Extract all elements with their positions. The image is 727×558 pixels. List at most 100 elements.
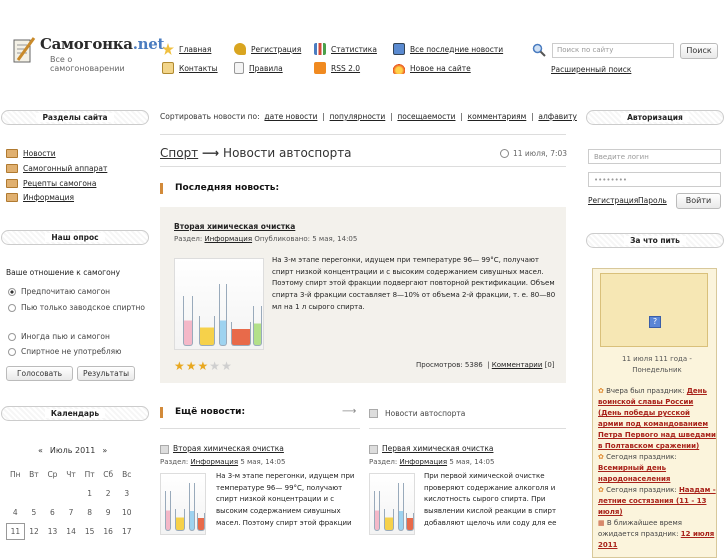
document-icon	[369, 445, 378, 454]
key-icon	[234, 43, 246, 55]
rss-icon	[314, 62, 326, 74]
sort-by-popularity[interactable]: популярности	[330, 112, 386, 121]
sidebar-item-news[interactable]: Новости	[6, 149, 56, 158]
star-icon[interactable]: ★	[221, 360, 232, 372]
more-news-category: Новости автоспорта	[385, 409, 466, 418]
last-news-image[interactable]	[174, 258, 264, 350]
sidebar-item-apparatus[interactable]: Самогонный аппарат	[6, 164, 107, 173]
radio-button[interactable]	[8, 287, 16, 296]
login-input[interactable]: Введите логин	[588, 149, 721, 164]
nav-contacts[interactable]: Контакты	[162, 62, 218, 74]
nav-rss[interactable]: RSS 2.0	[314, 62, 360, 74]
news-item-image[interactable]	[369, 473, 415, 535]
arrow-right-icon: ⟶	[202, 146, 220, 160]
test-tube-image	[253, 306, 262, 346]
radio-button[interactable]	[8, 347, 16, 356]
weekday: Сб	[103, 470, 114, 479]
calendar-week: 1 2 3	[6, 484, 136, 503]
search-button[interactable]: Поиск	[680, 43, 718, 59]
divider	[160, 134, 566, 135]
advanced-search-link[interactable]: Расширенный поиск	[551, 65, 631, 74]
calendar-day: 2	[105, 489, 111, 498]
holiday-date: 11 июля 111 года - Понедельник	[622, 355, 692, 374]
calendar-grid: Пн Вт Ср Чт Пт Сб Вс 123 4 5 6 7 8 9 10 11 12 13 14 15 16…	[6, 465, 136, 541]
auth-panel-header: Авторизация	[586, 110, 724, 125]
folder-icon	[6, 149, 18, 158]
nav-rules[interactable]: Правила	[234, 62, 283, 74]
star-icon[interactable]: ★	[209, 360, 220, 372]
test-tube-image	[165, 491, 171, 531]
clock-icon	[500, 149, 509, 158]
last-news-title[interactable]: Вторая химическая очистка	[174, 222, 295, 231]
test-tube-image	[219, 284, 227, 346]
poll-option-2[interactable]: Пью только заводское спиртно	[8, 303, 145, 312]
news-item-section-link[interactable]: Информация	[399, 458, 447, 466]
search-icon	[532, 43, 546, 57]
news-item-body: При первой химической очистке проверяют …	[424, 472, 557, 527]
nav-register[interactable]: Регистрация	[234, 43, 301, 55]
logo-title: Самогонка.net	[40, 35, 165, 53]
holiday-link[interactable]: Всемирный день народонаселения	[598, 464, 670, 483]
password-recovery-link[interactable]: Пароль	[638, 196, 667, 205]
search-input[interactable]: Поиск по сайту	[552, 43, 674, 58]
holiday-yesterday: ✿ Вчера был праздник: День воинской слав…	[598, 387, 716, 450]
weekday: Пн	[10, 470, 21, 479]
star-icon[interactable]: ★	[198, 360, 209, 372]
calendar-month-nav: « Июль 2011 »	[38, 446, 107, 455]
news-item-section-link[interactable]: Информация	[190, 458, 238, 466]
calendar-day: 4	[12, 508, 18, 517]
sort-by-alphabet[interactable]: алфавиту	[538, 112, 577, 121]
nav-all-news[interactable]: Все последние новости	[393, 43, 503, 55]
password-input[interactable]: ••••••••	[588, 172, 721, 187]
sort-by-date[interactable]: дате новости	[264, 112, 317, 121]
breadcrumb: Спорт ⟶ Новости автоспорта	[160, 146, 352, 160]
site-logo[interactable]: Самогонка.net Все о самогоноварении	[12, 34, 164, 73]
last-news-section-link[interactable]: Информация	[204, 235, 252, 243]
star-icon[interactable]: ★	[174, 360, 185, 372]
nav-home[interactable]: Главная	[162, 43, 211, 55]
calendar-day: 8	[87, 508, 92, 517]
divider	[160, 428, 360, 429]
vote-button[interactable]: Голосовать	[6, 366, 73, 381]
weekday: Вт	[29, 470, 39, 479]
radio-button[interactable]	[8, 332, 16, 341]
results-button[interactable]: Результаты	[77, 366, 135, 381]
comments-link[interactable]: Комментарии	[492, 361, 543, 369]
nav-new[interactable]: Новое на сайте	[393, 62, 471, 74]
register-link[interactable]: Регистрация	[588, 196, 638, 205]
poll-option-3[interactable]: Иногда пью и самогон	[8, 332, 110, 341]
calendar-next[interactable]: »	[102, 446, 107, 455]
flower-icon: ✿	[598, 486, 604, 494]
holiday-today-2: ✿ Сегодня праздник: Наадам - летние сост…	[598, 486, 716, 516]
sidebar-item-info[interactable]: Информация	[6, 193, 74, 202]
news-item-image[interactable]	[160, 473, 206, 535]
flask-image	[197, 513, 205, 531]
calendar-week: 11 12 13 14 15 16 17	[6, 522, 136, 541]
news-item-title[interactable]: Первая химическая очистка	[382, 444, 493, 453]
beaker-image	[175, 509, 185, 531]
poll-option-1[interactable]: Предпочитаю самогон	[8, 287, 110, 296]
calendar-day: 12	[29, 527, 39, 536]
test-tube-image	[183, 296, 193, 346]
fire-icon	[393, 62, 405, 74]
breadcrumb-link-sport[interactable]: Спорт	[160, 146, 198, 160]
holiday-link[interactable]: День воинской славы России (День победы …	[598, 387, 716, 450]
document-icon	[369, 409, 378, 418]
calendar-day-today[interactable]: 11	[6, 523, 25, 540]
calendar-prev[interactable]: «	[38, 446, 43, 455]
login-button[interactable]: Войти	[676, 193, 721, 209]
news-item-title[interactable]: Вторая химическая очистка	[173, 444, 284, 453]
sort-by-visits[interactable]: посещаемости	[397, 112, 455, 121]
folder-icon	[6, 179, 18, 188]
nav-stats[interactable]: Статистика	[314, 43, 377, 55]
poll-option-4[interactable]: Спиртное не употребляю	[8, 347, 121, 356]
radio-button[interactable]	[8, 303, 16, 312]
star-icon[interactable]: ★	[186, 360, 197, 372]
last-news-meta: Раздел: Информация Опубликовано: 5 мая, …	[174, 235, 358, 243]
rating-stars[interactable]: ★ ★ ★ ★ ★	[174, 360, 232, 372]
folder-icon	[6, 164, 18, 173]
bar-chart-icon	[314, 43, 326, 55]
sort-by-comments[interactable]: комментариям	[468, 112, 527, 121]
sidebar-item-recipes[interactable]: Рецепты самогона	[6, 179, 96, 188]
more-news-heading: Ещё новости:	[160, 407, 245, 418]
